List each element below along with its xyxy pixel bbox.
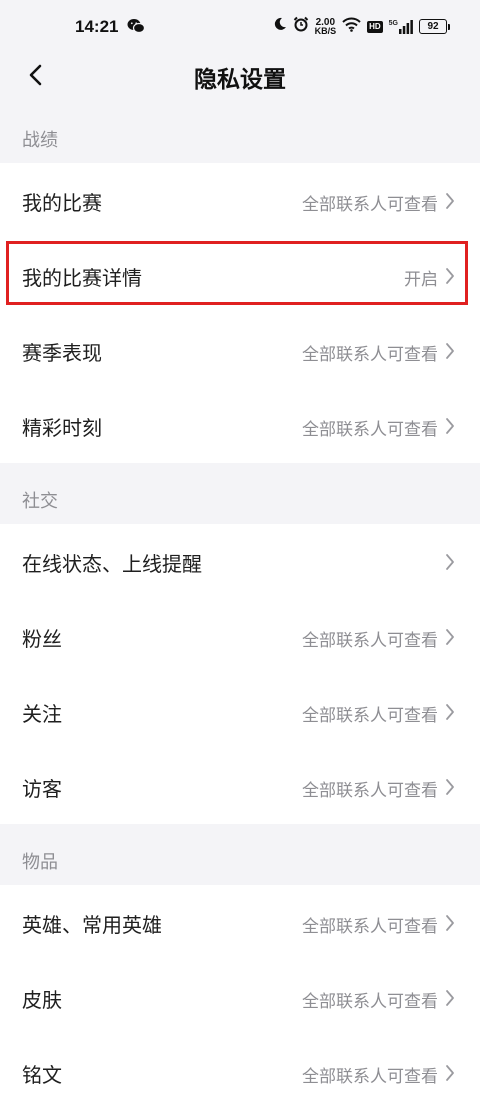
setting-row-inscriptions[interactable]: 铭文 全部联系人可查看: [0, 1035, 480, 1110]
setting-row-fans[interactable]: 粉丝 全部联系人可查看: [0, 599, 480, 674]
settings-list: 战绩 我的比赛 全部联系人可查看 我的比赛详情 开启 赛季表现 全部联系人可查看…: [0, 102, 480, 1110]
battery-icon: 92: [419, 19, 450, 34]
setting-row-visitors[interactable]: 访客 全部联系人可查看: [0, 749, 480, 824]
chevron-right-icon: [446, 1065, 454, 1081]
setting-row-online-status[interactable]: 在线状态、上线提醒: [0, 524, 480, 599]
setting-value: 全部联系人可查看: [302, 631, 438, 651]
setting-row-season-performance[interactable]: 赛季表现 全部联系人可查看: [0, 313, 480, 388]
setting-value: 全部联系人可查看: [302, 706, 438, 726]
setting-value: 全部联系人可查看: [302, 420, 438, 440]
setting-row-heroes[interactable]: 英雄、常用英雄 全部联系人可查看: [0, 885, 480, 960]
section-header-social: 社交: [0, 463, 480, 524]
chevron-right-icon: [446, 915, 454, 931]
chevron-right-icon: [446, 554, 454, 570]
alarm-icon: [293, 16, 309, 37]
moon-icon: [273, 17, 287, 36]
setting-label: 访客: [22, 777, 62, 801]
hd-icon: HD: [367, 20, 383, 33]
setting-value: 全部联系人可查看: [302, 195, 438, 215]
setting-label: 皮肤: [22, 988, 62, 1012]
setting-label: 英雄、常用英雄: [22, 913, 162, 937]
nav-bar: 隐私设置: [0, 52, 480, 102]
section-header-items: 物品: [0, 824, 480, 885]
section-group-items: 英雄、常用英雄 全部联系人可查看 皮肤 全部联系人可查看 铭文 全部联系人可查看: [0, 885, 480, 1110]
setting-value: 全部联系人可查看: [302, 1067, 438, 1087]
setting-row-my-matches[interactable]: 我的比赛 全部联系人可查看: [0, 163, 480, 238]
chevron-right-icon: [446, 990, 454, 1006]
section-title: 社交: [22, 491, 58, 512]
setting-label: 我的比赛详情: [22, 266, 142, 290]
chevron-right-icon: [446, 418, 454, 434]
setting-value: 全部联系人可查看: [302, 917, 438, 937]
setting-row-following[interactable]: 关注 全部联系人可查看: [0, 674, 480, 749]
setting-label: 精彩时刻: [22, 416, 102, 440]
setting-label: 在线状态、上线提醒: [22, 552, 202, 576]
status-bar: 14:21 2.00 KB/S HD 5G 92: [0, 0, 480, 52]
chevron-right-icon: [446, 343, 454, 359]
setting-value: 开启: [404, 270, 438, 290]
page-title: 隐私设置: [194, 67, 286, 93]
chevron-right-icon: [446, 704, 454, 720]
network-speed: 2.00 KB/S: [314, 17, 337, 36]
wechat-notification-icon: [127, 18, 146, 39]
setting-row-match-details[interactable]: 我的比赛详情 开启: [0, 238, 480, 313]
status-time: 14:21: [75, 17, 119, 36]
chevron-right-icon: [446, 779, 454, 795]
setting-value: 全部联系人可查看: [302, 781, 438, 801]
setting-label: 我的比赛: [22, 191, 102, 215]
battery-level: 92: [419, 19, 447, 34]
setting-label: 关注: [22, 702, 62, 726]
section-group-record: 我的比赛 全部联系人可查看 我的比赛详情 开启 赛季表现 全部联系人可查看 精彩…: [0, 163, 480, 463]
network-speed-unit: KB/S: [314, 25, 337, 36]
chevron-right-icon: [446, 268, 454, 284]
wifi-icon: [342, 17, 361, 37]
signal-icon: 5G: [388, 19, 413, 34]
section-title: 物品: [22, 852, 58, 873]
section-header-record: 战绩: [0, 102, 480, 163]
chevron-right-icon: [446, 193, 454, 209]
section-title: 战绩: [22, 130, 58, 151]
setting-row-highlights[interactable]: 精彩时刻 全部联系人可查看: [0, 388, 480, 463]
section-group-social: 在线状态、上线提醒 粉丝 全部联系人可查看 关注 全部联系人可查看 访客 全部联…: [0, 524, 480, 824]
setting-label: 铭文: [22, 1063, 62, 1087]
setting-label: 赛季表现: [22, 341, 102, 365]
setting-label: 粉丝: [22, 627, 62, 651]
chevron-right-icon: [446, 629, 454, 645]
signal-label: 5G: [388, 19, 398, 27]
setting-value: 全部联系人可查看: [302, 345, 438, 365]
setting-value: 全部联系人可查看: [302, 992, 438, 1012]
setting-row-skins[interactable]: 皮肤 全部联系人可查看: [0, 960, 480, 1035]
